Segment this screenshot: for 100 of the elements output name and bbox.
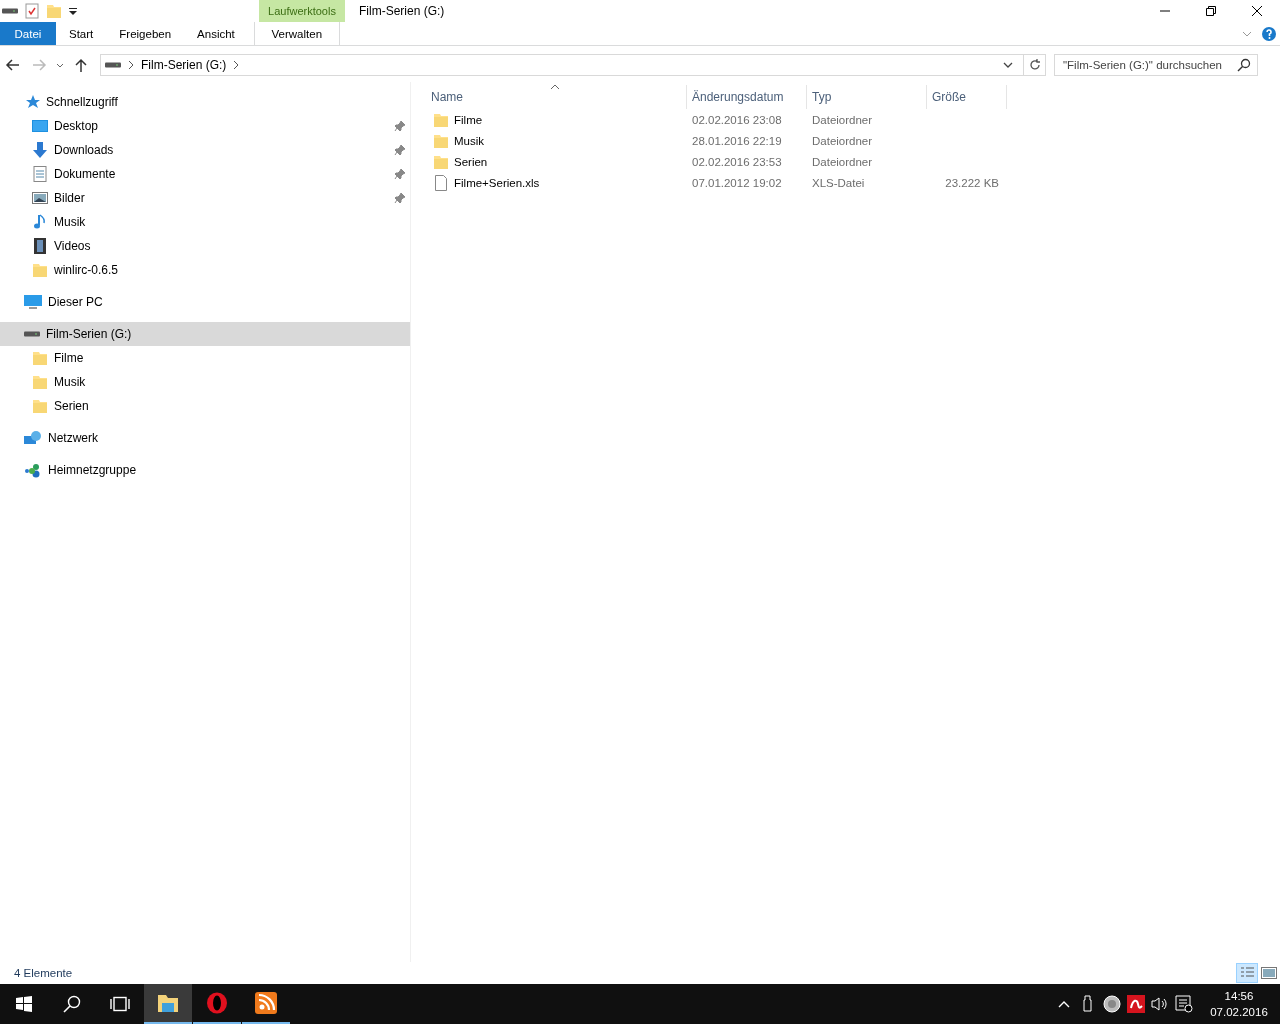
film-strip-icon [32, 238, 48, 254]
monitor-icon [24, 294, 42, 310]
column-header[interactable]: Änderungsdatum [687, 85, 807, 109]
drive-icon [24, 331, 40, 337]
ribbon-tab[interactable]: Verwalten [253, 22, 340, 45]
clock-date: 07.02.2016 [1210, 1005, 1268, 1020]
taskbar-app[interactable] [144, 984, 192, 1024]
folder-icon [433, 153, 449, 170]
checklist-icon [24, 3, 40, 19]
sidebar-item[interactable]: Dieser PC [0, 290, 410, 314]
clock[interactable]: 14:56 07.02.2016 [1206, 984, 1272, 1024]
sidebar-item[interactable]: Downloads [0, 138, 410, 162]
breadcrumb[interactable]: Film-Serien (G:) [141, 58, 227, 72]
restore-icon [1205, 5, 1217, 17]
sidebar-item[interactable]: Desktop [0, 114, 410, 138]
ribbon-tab[interactable]: Ansicht [184, 22, 248, 45]
pin-icon [394, 144, 406, 156]
date-cell: 07.01.2012 19:02 [692, 176, 782, 189]
folder-icon [32, 398, 48, 414]
up-arrow-icon [73, 57, 89, 73]
details-view-icon [1239, 966, 1255, 980]
context-tab-header: Laufwerktools [259, 0, 345, 22]
refresh-icon [1027, 58, 1042, 72]
type-cell: Dateiordner [812, 113, 873, 126]
file-name: Filme+Serien.xls [454, 176, 540, 189]
windows-logo-icon [16, 996, 32, 1012]
speaker-icon [1151, 996, 1169, 1012]
pin-icon [394, 168, 406, 180]
sidebar-item[interactable]: Serien [0, 394, 410, 418]
network-icon [24, 430, 42, 446]
chevron-right-icon [232, 59, 241, 71]
sidebar-item[interactable]: Musik [0, 370, 410, 394]
sidebar-item[interactable]: winlirc-0.6.5 [0, 258, 410, 282]
column-header[interactable]: Typ [807, 85, 927, 109]
ribbon-tab[interactable]: Start [56, 22, 107, 45]
folder-icon [46, 3, 62, 19]
notification-icon [1175, 995, 1193, 1013]
sidebar-item[interactable]: Musik [0, 210, 410, 234]
file-name: Filme [454, 113, 483, 126]
file-row[interactable]: Filme 02.02.2016 23:08 Dateiordner [431, 109, 1280, 130]
file-name: Serien [454, 155, 488, 168]
sort-ascending-icon [550, 84, 560, 90]
file-icon [433, 174, 449, 191]
avira-logo-icon [1127, 995, 1145, 1013]
clock-time: 14:56 [1224, 989, 1254, 1004]
opera-logo-icon [206, 992, 228, 1014]
folder-icon [433, 132, 449, 149]
picture-icon [32, 190, 48, 206]
pin-icon [394, 120, 406, 132]
folder-icon [157, 993, 179, 1013]
type-cell: Dateiordner [812, 155, 873, 168]
sidebar-item[interactable]: Heimnetzgruppe [0, 458, 410, 482]
star-icon [24, 94, 40, 110]
ribbon-tab[interactable]: Freigeben [106, 22, 185, 45]
item-count: 4 Elemente [14, 967, 73, 979]
pin-icon [394, 192, 406, 204]
chevron-down-icon [56, 62, 64, 68]
search-field[interactable]: "Film-Serien (G:)" durchsuchen [1054, 54, 1258, 76]
down-arrow-icon [32, 142, 48, 158]
date-cell: 02.02.2016 23:08 [692, 113, 782, 126]
chevron-right-icon [127, 59, 135, 71]
ribbon-tab[interactable]: Datei [0, 22, 56, 45]
address-bar[interactable]: Film-Serien (G:) [100, 54, 1046, 76]
file-row[interactable]: Filme+Serien.xls 07.01.2012 19:02 XLS-Datei 23.222 KB [431, 172, 1280, 193]
search-icon [63, 995, 81, 1013]
column-header[interactable]: Größe [927, 85, 1007, 109]
sidebar-item[interactable]: Filme [0, 346, 410, 370]
close-icon [1251, 5, 1263, 17]
size-cell: 23.222 KB [945, 176, 999, 189]
folder-icon [32, 350, 48, 366]
drive-icon [2, 8, 18, 14]
folder-icon [32, 374, 48, 390]
sidebar-item[interactable]: Bilder [0, 186, 410, 210]
sidebar-item[interactable]: Netzwerk [0, 426, 410, 450]
column-header[interactable]: Name [431, 85, 687, 109]
homegroup-icon [24, 462, 42, 478]
folder-icon [32, 262, 48, 278]
date-cell: 02.02.2016 23:53 [692, 155, 782, 168]
folder-icon [433, 111, 449, 128]
file-name: Musik [454, 134, 485, 147]
sidebar-item[interactable]: Dokumente [0, 162, 410, 186]
window-title: Film-Serien (G:) [358, 3, 446, 20]
desktop-icon [32, 118, 48, 134]
back-arrow-icon [5, 57, 21, 73]
large-icons-view-icon [1261, 966, 1277, 980]
disc-icon [1103, 995, 1121, 1013]
file-row[interactable]: Musik 28.01.2016 22:19 Dateiordner [431, 130, 1280, 151]
sidebar-item[interactable]: Film-Serien (G:) [0, 322, 410, 346]
date-cell: 28.01.2016 22:19 [692, 134, 782, 147]
search-icon [1237, 58, 1251, 72]
help-icon [1262, 26, 1276, 41]
file-row[interactable]: Serien 02.02.2016 23:53 Dateiordner [431, 151, 1280, 172]
sidebar-item[interactable]: Videos [0, 234, 410, 258]
forward-arrow-icon [31, 57, 47, 73]
type-cell: Dateiordner [812, 134, 873, 147]
document-icon [32, 166, 48, 182]
type-cell: XLS-Datei [812, 176, 865, 189]
feed-icon [255, 992, 277, 1014]
task-view-icon [109, 996, 131, 1012]
sidebar-item[interactable]: Schnellzugriff [0, 90, 410, 114]
